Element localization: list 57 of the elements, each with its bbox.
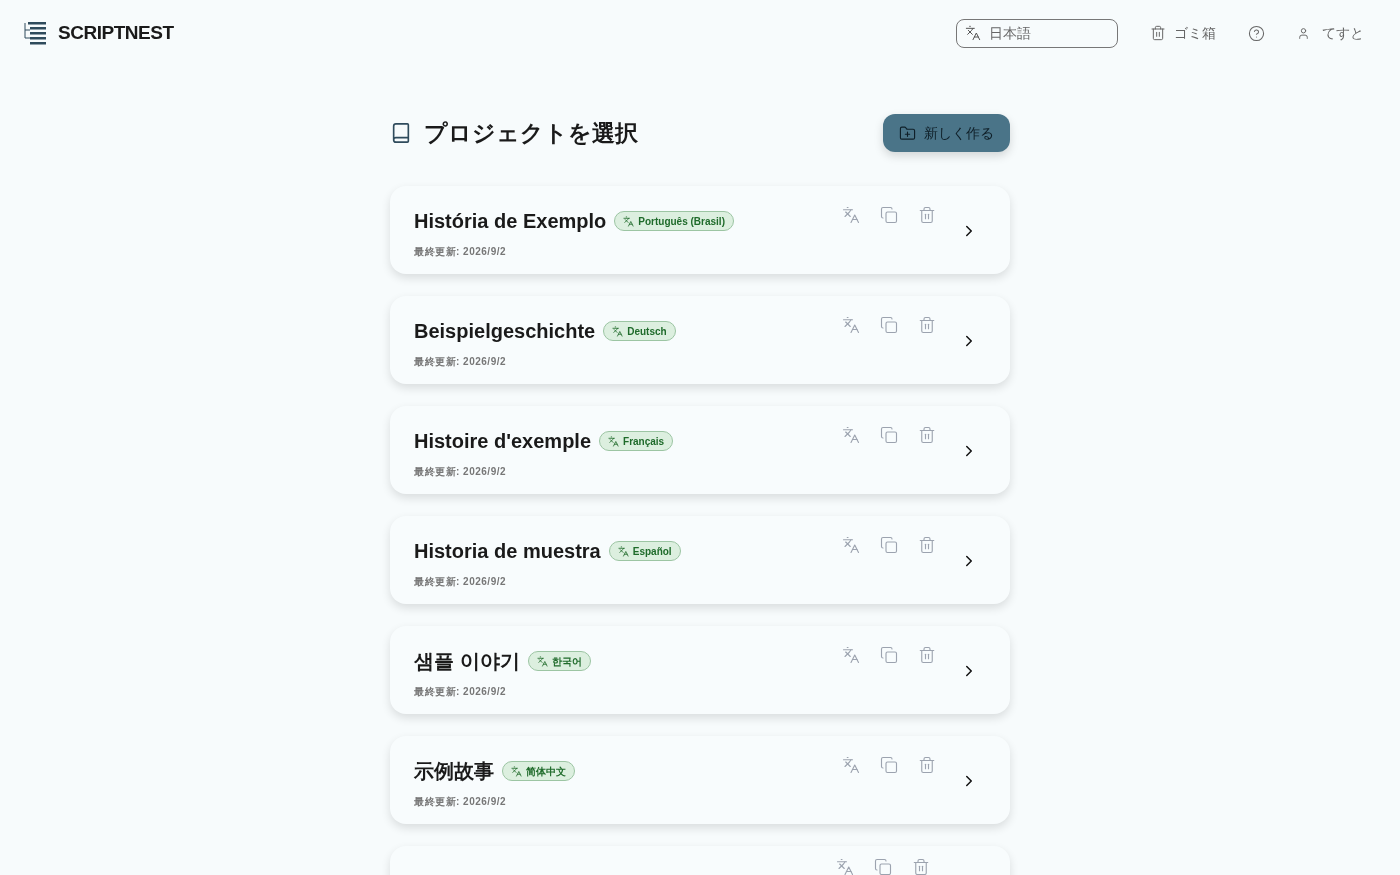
book-icon	[390, 122, 412, 144]
user-icon	[1297, 26, 1310, 40]
delete-button[interactable]	[918, 206, 936, 224]
copy-button[interactable]	[880, 756, 898, 774]
project-title: Beispielgeschichte	[414, 319, 596, 344]
project-card[interactable]: História de Exemplo Português (Brasil) 最終更新: 2026/9/2	[390, 186, 1010, 274]
page-title: プロジェクトを選択	[424, 118, 638, 148]
translate-button[interactable]	[842, 426, 860, 444]
language-badge: 한국어	[527, 651, 591, 671]
translate-icon	[965, 25, 981, 41]
last-updated: 最終更新: 2026/9/2	[414, 465, 508, 479]
last-updated: 最終更新: 2026/9/2	[414, 355, 508, 369]
language-badge: Español	[608, 541, 681, 561]
trash-icon	[1150, 25, 1166, 41]
copy-button[interactable]	[874, 858, 892, 875]
project-title: Historia de muestra	[414, 539, 601, 564]
project-card[interactable]: Histoire d'exemple Français 最終更新: 2026/9/2	[390, 406, 1010, 494]
copy-button[interactable]	[880, 536, 898, 554]
last-updated: 最終更新: 2026/9/2	[414, 575, 508, 589]
last-updated: 最終更新: 2026/9/2	[414, 685, 508, 699]
language-badge: Français	[599, 431, 674, 451]
help-button[interactable]	[1248, 24, 1265, 42]
translate-button[interactable]	[842, 646, 860, 664]
delete-button[interactable]	[918, 646, 936, 664]
copy-button[interactable]	[880, 646, 898, 664]
folder-plus-icon	[899, 124, 916, 142]
project-title: História de Exemplo	[414, 209, 607, 234]
project-card[interactable]: 示例故事 简体中文 最終更新: 2026/9/2	[390, 736, 1010, 824]
trash-button[interactable]: ゴミ箱	[1150, 22, 1216, 44]
translate-button[interactable]	[842, 756, 860, 774]
language-field[interactable]: 日本語	[956, 18, 1118, 48]
project-card[interactable]: Historia de muestra Español 最終更新: 2026/9/2	[390, 516, 1010, 604]
last-updated: 最終更新: 2026/9/2	[414, 795, 508, 809]
copy-button[interactable]	[880, 316, 898, 334]
project-title: 示例故事	[414, 759, 494, 784]
translate-button[interactable]	[842, 536, 860, 554]
logo-icon	[24, 21, 46, 45]
language-badge: Deutsch	[603, 321, 676, 341]
last-updated: 最終更新: 2026/9/2	[414, 245, 508, 259]
delete-button[interactable]	[918, 756, 936, 774]
delete-button[interactable]	[918, 426, 936, 444]
delete-button[interactable]	[918, 536, 936, 554]
translate-button[interactable]	[842, 316, 860, 334]
language-badge: Português (Brasil)	[614, 211, 734, 231]
delete-button[interactable]	[918, 316, 936, 334]
project-title: Histoire d'exemple	[414, 429, 592, 454]
translate-button[interactable]	[842, 206, 860, 224]
project-title: 샘플 이야기	[414, 649, 520, 674]
copy-button[interactable]	[880, 426, 898, 444]
copy-button[interactable]	[880, 206, 898, 224]
language-badge: 简体中文	[502, 761, 575, 781]
project-card[interactable]: 샘플 이야기 한국어 最終更新: 2026/9/2	[390, 626, 1010, 714]
brand-name: SCRIPTNEST	[58, 20, 174, 45]
user-button[interactable]: てすと	[1297, 22, 1364, 44]
delete-button[interactable]	[912, 858, 930, 875]
translate-button[interactable]	[836, 858, 854, 875]
project-card[interactable]: Beispielgeschichte Deutsch 最終更新: 2026/9/2	[390, 296, 1010, 384]
